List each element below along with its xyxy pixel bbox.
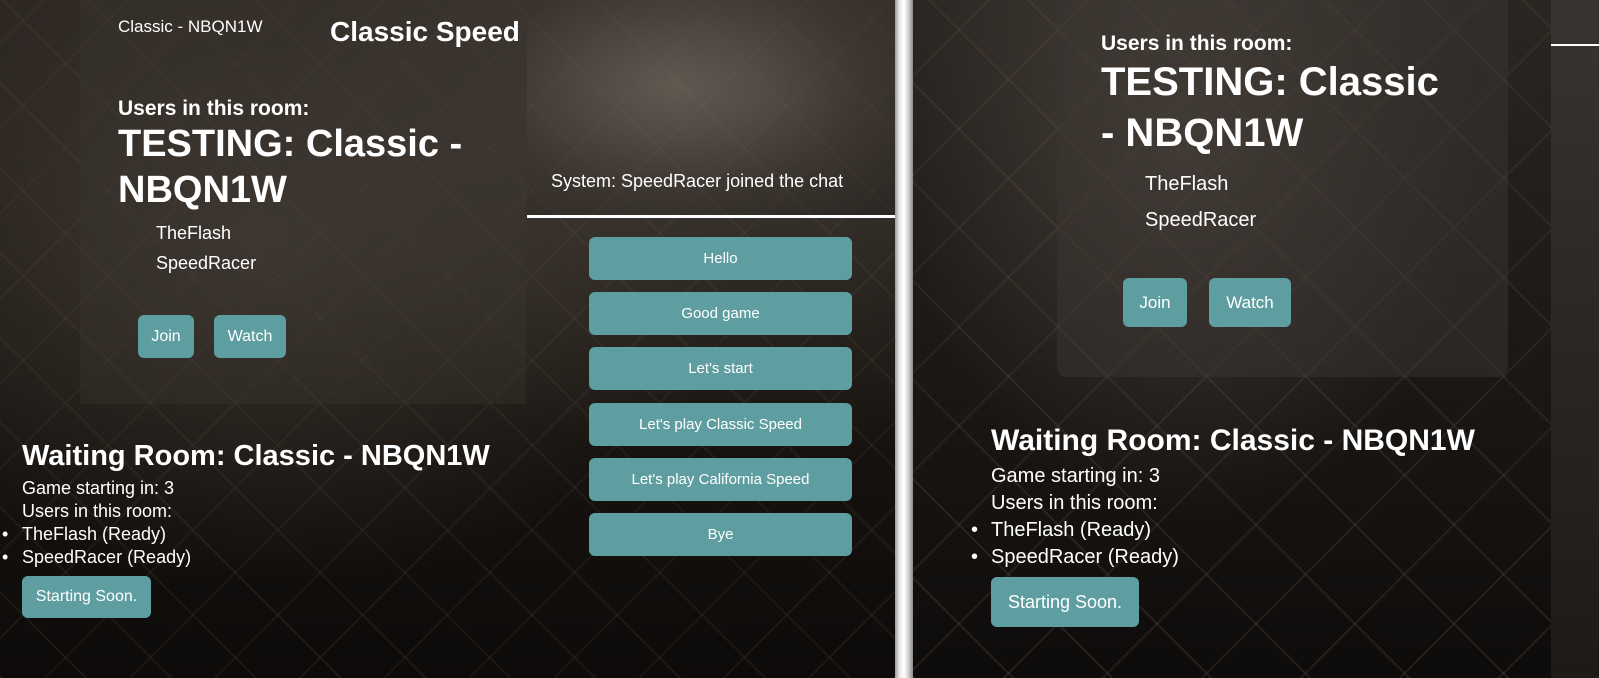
- quick-reply-good-game-button[interactable]: Good game: [589, 292, 852, 335]
- countdown-text: Game starting in: 3: [991, 465, 1160, 487]
- quick-reply-classic-speed-button[interactable]: Let's play Classic Speed: [589, 403, 852, 446]
- room-title-line2: NBQN1W: [118, 169, 287, 211]
- users-label: Users in this room:: [118, 97, 310, 120]
- chat-message: System: SpeedRacer joined the chat: [551, 171, 844, 191]
- room-user: TheFlash: [1145, 173, 1229, 195]
- side-panel-rule: [1551, 44, 1599, 46]
- room-user: TheFlash: [156, 223, 232, 243]
- ready-user: SpeedRacer (Ready): [2, 547, 191, 568]
- room-user: SpeedRacer: [156, 253, 257, 273]
- chat-divider: [527, 215, 895, 218]
- mode-title: Classic Speed: [330, 16, 520, 47]
- countdown-text: Game starting in: 3: [22, 478, 175, 498]
- join-button[interactable]: Join: [138, 315, 194, 358]
- starting-soon-button[interactable]: Starting Soon.: [22, 576, 151, 618]
- starting-soon-button[interactable]: Starting Soon.: [991, 577, 1139, 627]
- room-code-header: Classic - NBQN1W: [118, 17, 263, 36]
- ready-user: SpeedRacer (Ready): [971, 546, 1179, 569]
- quick-reply-hello-button[interactable]: Hello: [589, 237, 852, 280]
- window-divider[interactable]: [895, 0, 913, 678]
- waiting-users-label: Users in this room:: [22, 501, 173, 521]
- watch-button[interactable]: Watch: [214, 315, 286, 358]
- room-user: SpeedRacer: [1145, 209, 1257, 231]
- room-title-line1: TESTING: Classic -: [118, 123, 463, 165]
- waiting-room-title: Waiting Room: Classic - NBQN1W: [991, 424, 1475, 457]
- room-title-line2: - NBQN1W: [1101, 111, 1304, 155]
- waiting-room-title: Waiting Room: Classic - NBQN1W: [22, 440, 490, 472]
- quick-reply-lets-start-button[interactable]: Let's start: [589, 347, 852, 390]
- watch-button[interactable]: Watch: [1209, 278, 1291, 327]
- room-title-line1: TESTING: Classic: [1101, 60, 1439, 104]
- quick-reply-bye-button[interactable]: Bye: [589, 513, 852, 556]
- side-panel: [1551, 0, 1599, 678]
- quick-reply-california-speed-button[interactable]: Let's play California Speed: [589, 458, 852, 501]
- ready-user: TheFlash (Ready): [2, 524, 166, 545]
- join-button[interactable]: Join: [1123, 278, 1187, 327]
- waiting-users-label: Users in this room:: [991, 492, 1158, 514]
- users-label: Users in this room:: [1101, 32, 1293, 55]
- ready-user: TheFlash (Ready): [971, 519, 1151, 542]
